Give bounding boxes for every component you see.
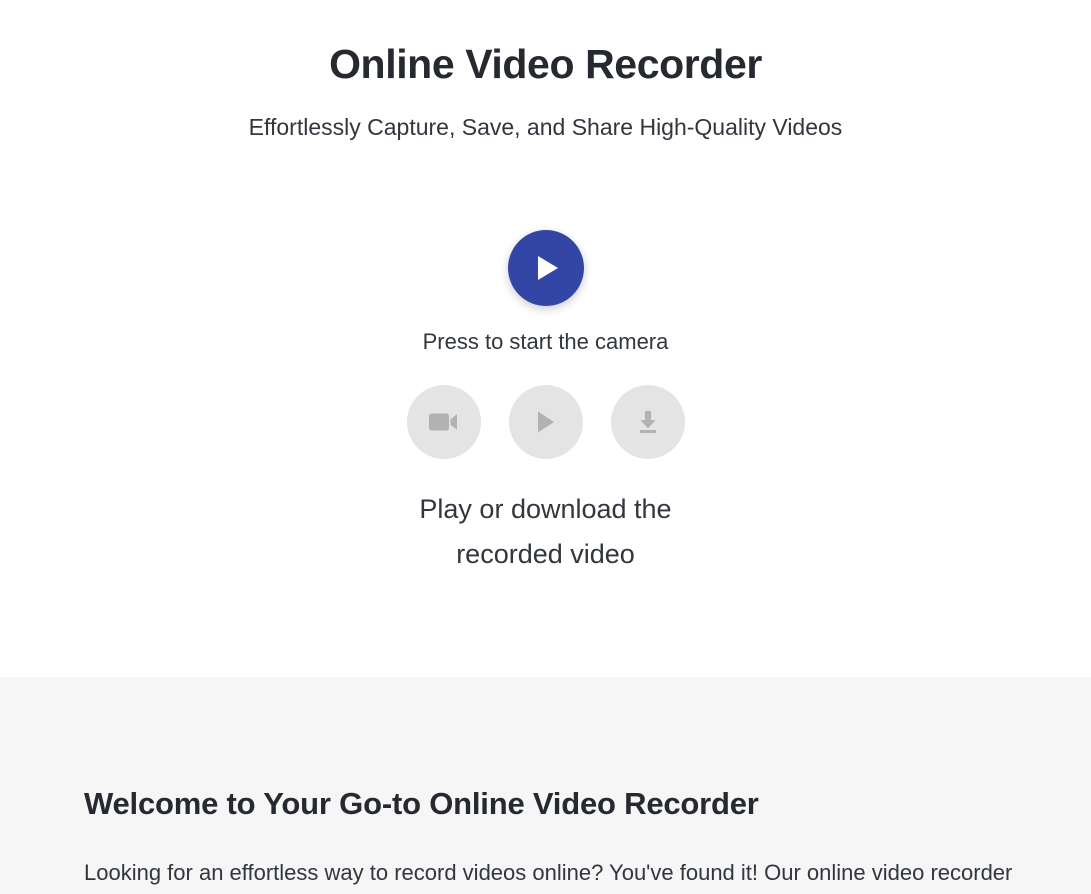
info-paragraph: Looking for an effortless way to record …: [84, 860, 1013, 885]
info-heading: Welcome to Your Go-to Online Video Recor…: [84, 785, 759, 821]
recorder-widget: Press to start the camera Play or downlo…: [0, 230, 1091, 577]
play-recording-button[interactable]: [508, 385, 583, 459]
page-title: Online Video Recorder: [329, 41, 762, 88]
download-arrow-icon: [635, 409, 661, 435]
playback-controls: [0, 385, 1091, 459]
start-camera-button[interactable]: [507, 230, 584, 306]
page-subtitle: Effortlessly Capture, Save, and Share Hi…: [248, 114, 843, 140]
download-button[interactable]: [610, 385, 685, 459]
start-camera-caption: Press to start the camera: [422, 329, 669, 354]
record-button[interactable]: [406, 385, 481, 459]
hero-section: Online Video Recorder Effortlessly Captu…: [0, 0, 1091, 677]
info-section: Welcome to Your Go-to Online Video Recor…: [0, 677, 1091, 894]
result-caption: Play or download the recorded video: [0, 487, 1091, 577]
start-button-row: [0, 230, 1091, 306]
result-caption-line-1: Play or download the: [419, 494, 672, 524]
page-root: Online Video Recorder Effortlessly Captu…: [0, 0, 1091, 894]
result-caption-line-2: recorded video: [456, 539, 635, 569]
video-camera-icon: [428, 411, 459, 433]
play-triangle-icon: [535, 410, 557, 434]
play-triangle-icon: [538, 256, 558, 280]
